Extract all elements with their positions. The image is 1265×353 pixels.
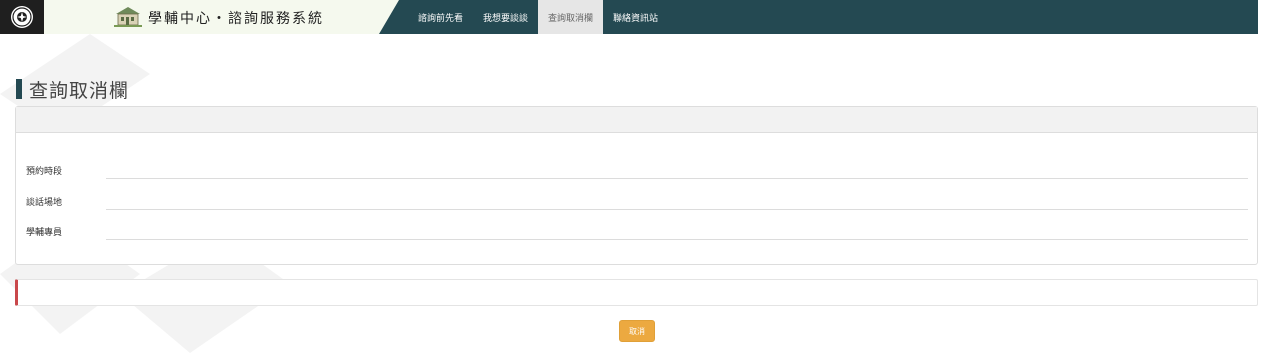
title-accent-bar bbox=[16, 79, 22, 99]
page-title: 查詢取消欄 bbox=[29, 79, 130, 102]
field-label-venue: 談話場地 bbox=[26, 198, 63, 208]
brand-title: 學輔中心‧諮詢服務系統 bbox=[148, 11, 324, 27]
nav-item-before-consult[interactable]: 諮詢前先看 bbox=[408, 0, 473, 34]
top-navbar: 學輔中心‧諮詢服務系統 諮詢前先看 我想要談談 查詢取消欄 聯絡資訊站 bbox=[0, 0, 1258, 34]
building-icon bbox=[114, 7, 142, 27]
nav-item-query-cancel[interactable]: 查詢取消欄 bbox=[538, 0, 604, 34]
field-row-venue: 談話場地 bbox=[26, 197, 1248, 228]
query-panel: 預約時段 談話場地 學輔專員 bbox=[15, 106, 1258, 265]
panel-heading bbox=[16, 107, 1257, 133]
cancel-button[interactable]: 取消 bbox=[619, 320, 655, 342]
university-seal-icon bbox=[11, 6, 33, 28]
field-label-counselor: 學輔專員 bbox=[26, 228, 63, 238]
logo-box[interactable] bbox=[0, 0, 44, 34]
main-menu: 諮詢前先看 我想要談談 查詢取消欄 聯絡資訊站 bbox=[408, 0, 668, 34]
field-row-time: 預約時段 bbox=[26, 166, 1248, 197]
brand-area[interactable]: 學輔中心‧諮詢服務系統 bbox=[44, 0, 399, 34]
field-value-venue bbox=[106, 197, 1248, 210]
field-value-counselor bbox=[106, 227, 1248, 240]
field-label-time: 預約時段 bbox=[26, 167, 63, 177]
nav-item-contact[interactable]: 聯絡資訊站 bbox=[603, 0, 668, 34]
page-heading: 查詢取消欄 bbox=[16, 78, 130, 102]
field-row-counselor: 學輔專員 bbox=[26, 227, 1248, 258]
field-value-time bbox=[106, 166, 1248, 179]
nav-item-want-to-talk[interactable]: 我想要談談 bbox=[473, 0, 538, 34]
alert-message-box bbox=[15, 279, 1258, 306]
